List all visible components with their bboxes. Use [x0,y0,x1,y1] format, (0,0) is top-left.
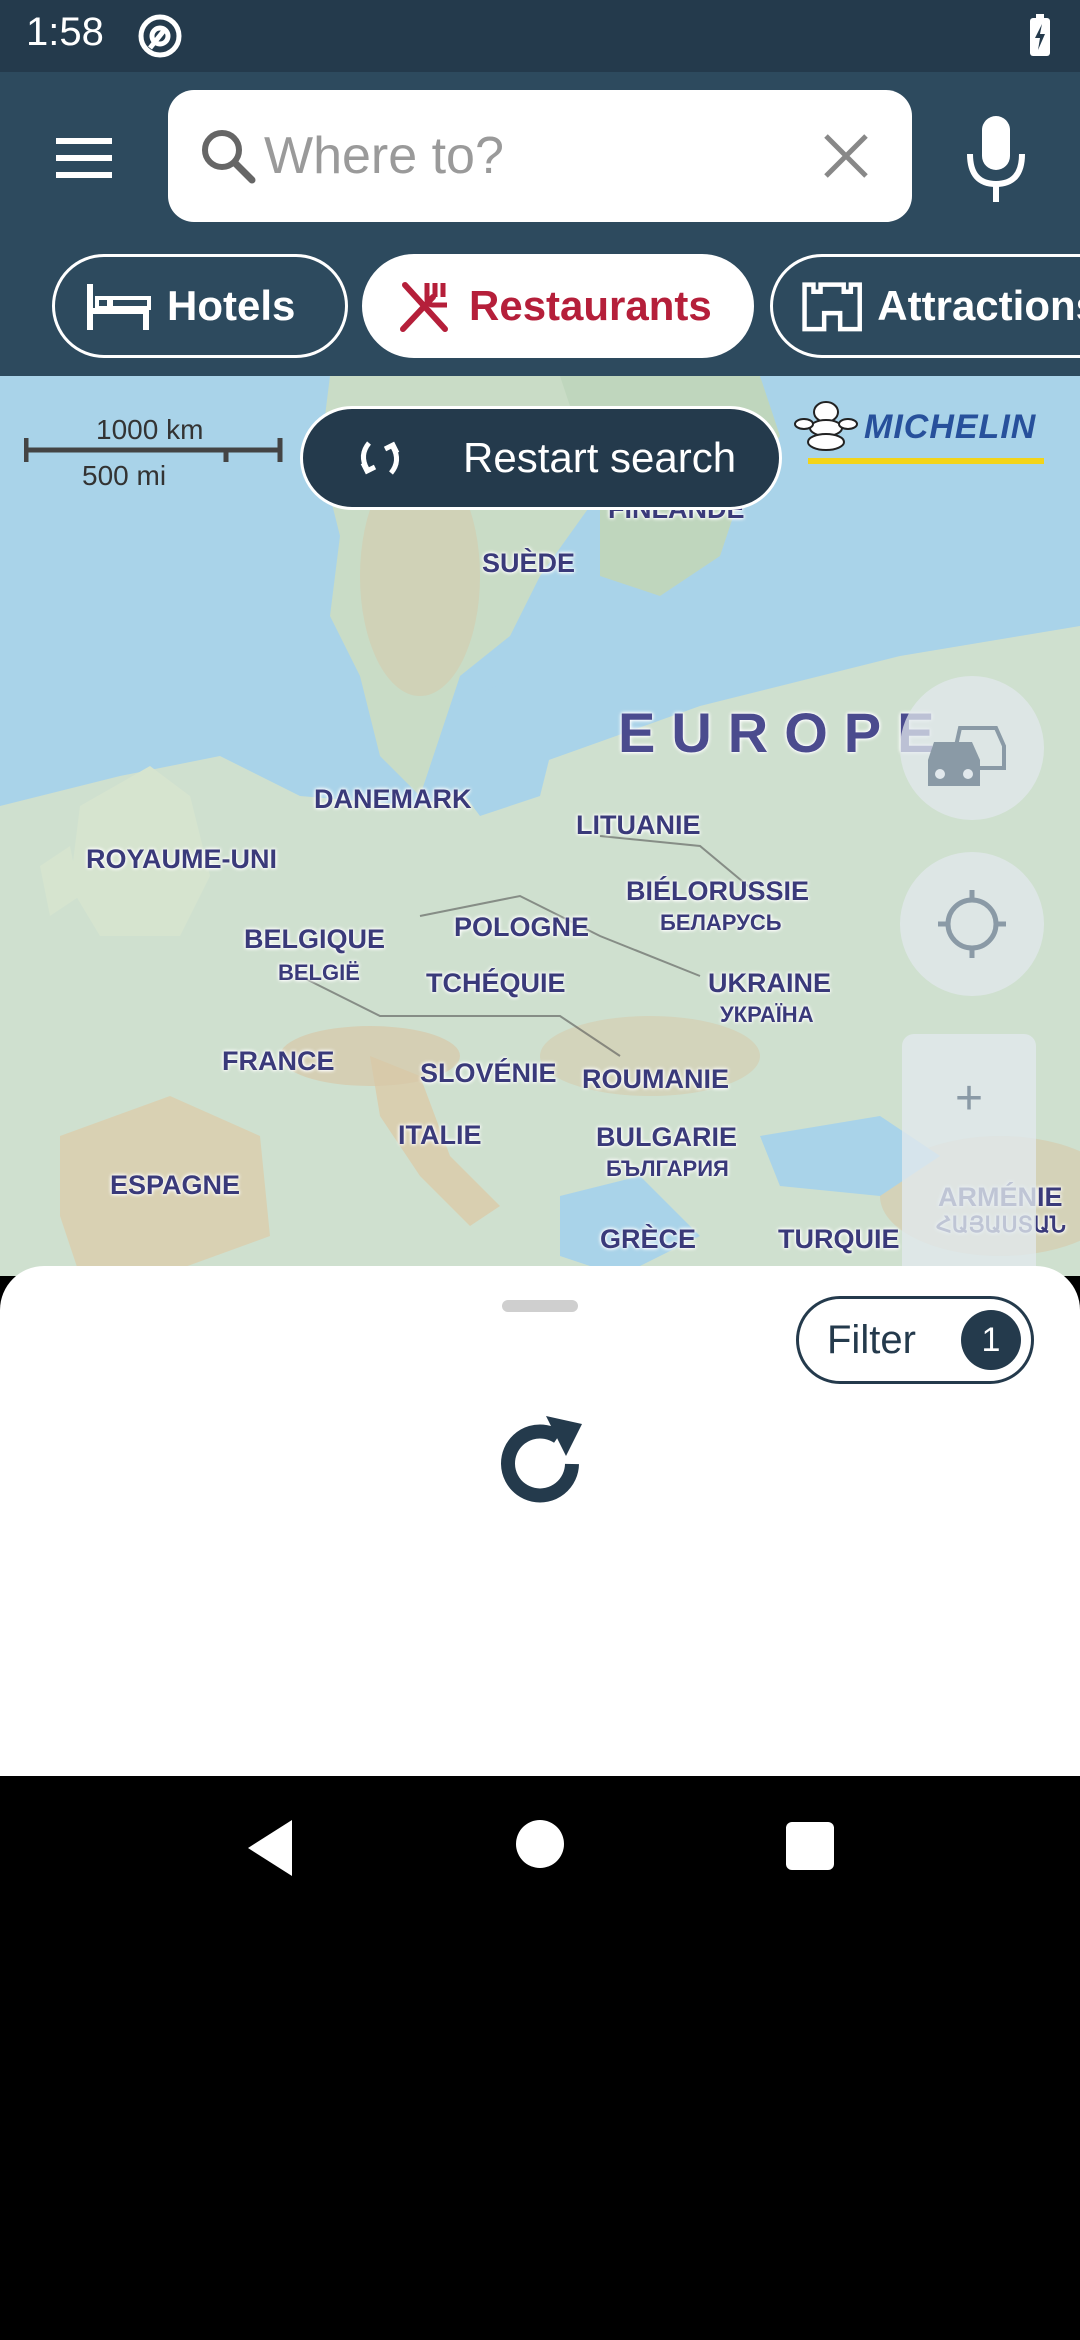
restart-search-button[interactable]: Restart search [300,406,782,510]
castle-icon [802,282,862,332]
map-label: ESPAGNE [110,1170,241,1200]
status-time: 1:58 [26,10,104,54]
map-label: ROUMANIE [582,1064,729,1094]
map-label: ROYAUME-UNI [86,844,278,874]
map-label: FRANCE [222,1046,335,1076]
map-label: POLOGNE [454,912,590,942]
category-chips: Hotels Restaurants Attractions [0,254,1080,374]
map-label: SUÈDE [482,548,576,578]
notification-icon [138,14,182,58]
map-label: UKRAINE [708,968,832,998]
michelin-wordmark: MICHELIN [864,408,1037,446]
map-label: TURQUIE [778,1224,900,1254]
map-label: BIÉLORUSSIE [626,876,810,906]
results-sheet[interactable]: Filter 1 [0,1266,1080,1776]
brand-underline [808,458,1044,464]
zoom-controls: + [902,1034,1036,1276]
map-label: BELGIQUE [244,924,386,954]
zoom-in-button[interactable]: + [902,1054,1036,1144]
map-label: TCHÉQUIE [426,968,566,998]
map-label: GRÈCE [600,1224,697,1254]
map-label: ITALIE [398,1120,482,1150]
home-icon[interactable] [516,1820,564,1868]
traffic-button[interactable] [900,676,1044,820]
chip-label: Restaurants [469,282,712,329]
map-label: БЕЛАРУСЬ [660,910,782,935]
map-label: SLOVÉNIE [420,1058,557,1088]
map-label: LITUANIE [576,810,701,840]
bibendum-icon [794,401,858,451]
recent-apps-icon[interactable] [786,1822,834,1870]
search-icon [202,130,256,184]
close-icon[interactable] [818,128,874,184]
menu-icon[interactable] [50,128,120,188]
chip-restaurants[interactable]: Restaurants [362,254,754,358]
filter-button[interactable]: Filter 1 [796,1296,1034,1384]
chip-hotels[interactable]: Hotels [52,254,348,358]
map-scale: 1000 km 500 mi [24,396,284,491]
map-view[interactable]: FINLANDE SUÈDE EUROPE DANEMARK LITUANIE … [0,376,1080,1276]
map-label: БЪЛГАРИЯ [606,1156,729,1181]
car-icon [928,726,1006,786]
map-label: УКРАЇНА [720,1002,814,1027]
chip-label: Hotels [167,282,296,329]
bed-icon [87,284,151,330]
battery-icon [1030,14,1050,56]
michelin-logo: MICHELIN [792,396,1060,468]
map-label: BULGARIE [596,1122,737,1152]
map-label: DANEMARK [314,784,472,814]
search-bar[interactable] [168,90,912,222]
loading-refresh-icon [501,1416,582,1503]
sheet-handle[interactable] [502,1300,578,1312]
search-input[interactable] [264,120,764,192]
chip-label: Attractions [877,282,1080,329]
locate-me-button[interactable] [900,852,1044,996]
restart-search-label: Restart search [463,434,737,481]
filter-count-badge: 1 [961,1310,1021,1370]
system-nav-bar [0,1776,1080,1920]
map-label: BELGIË [278,960,360,985]
scale-mi-label: 500 mi [82,460,167,491]
refresh-icon [360,441,400,475]
fork-knife-icon [400,282,448,332]
crosshair-icon [938,890,1006,958]
back-icon[interactable] [240,1816,300,1880]
header: Hotels Restaurants Attractions [0,72,1080,376]
chip-attractions[interactable]: Attractions [770,254,1080,358]
microphone-icon[interactable] [960,112,1032,208]
filter-label: Filter [827,1317,916,1362]
status-bar: 1:58 [0,0,1080,72]
